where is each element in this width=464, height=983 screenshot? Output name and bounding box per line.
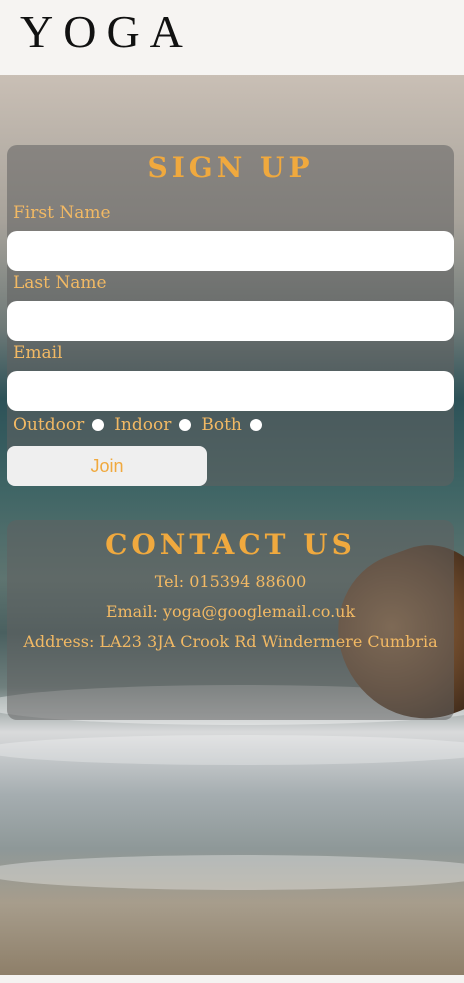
option-both-radio[interactable] <box>249 419 262 431</box>
contact-section: CONTACT US Tel: 015394 88600 Email: yoga… <box>7 520 454 720</box>
signup-title: SIGN UP <box>147 151 314 184</box>
site-logo[interactable]: YOGA <box>20 4 193 60</box>
contact-tel: Tel: 015394 88600 <box>154 572 307 591</box>
option-both-label: Both <box>201 415 242 435</box>
option-outdoor-radio[interactable] <box>92 419 105 431</box>
signup-form: SIGN UP First Name Last Name Email Outdo… <box>7 145 454 486</box>
last-name-label: Last Name <box>13 273 107 293</box>
first-name-label: First Name <box>13 203 111 223</box>
last-name-field[interactable] <box>7 301 454 341</box>
contact-title: CONTACT US <box>105 528 356 561</box>
contact-email: Email: yoga@googlemail.co.uk <box>105 602 356 621</box>
email-field[interactable] <box>7 371 454 411</box>
join-button[interactable]: Join <box>7 446 207 486</box>
site-header: YOGA <box>0 0 464 75</box>
option-indoor-radio[interactable] <box>179 419 192 431</box>
page-bottom-strip <box>0 975 464 983</box>
option-indoor-label: Indoor <box>114 415 172 435</box>
wave-foam <box>0 855 464 890</box>
contact-address: Address: LA23 3JA Crook Rd Windermere Cu… <box>23 632 438 651</box>
email-label: Email <box>13 343 63 363</box>
location-options: Outdoor Indoor Both <box>13 415 272 435</box>
wave-foam <box>0 735 464 765</box>
option-outdoor-label: Outdoor <box>13 415 85 435</box>
first-name-field[interactable] <box>7 231 454 271</box>
